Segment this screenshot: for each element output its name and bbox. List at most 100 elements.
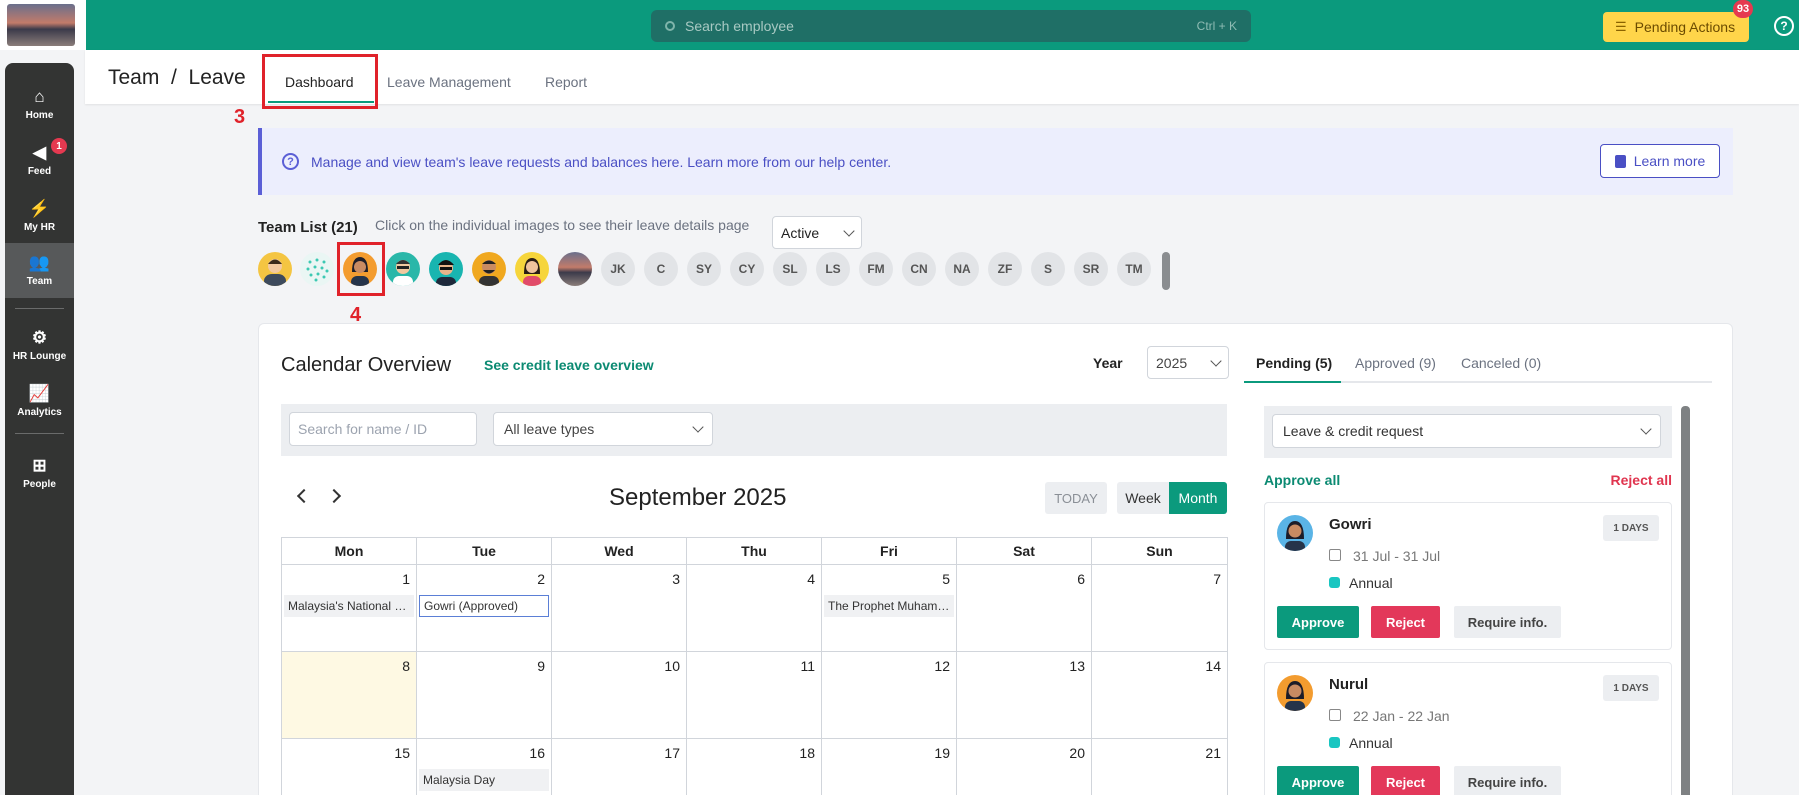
sidebar-item-feed[interactable]: ◀ Feed 1 xyxy=(5,134,74,186)
tab-pending[interactable]: Pending (5) xyxy=(1256,355,1332,371)
event-label: Gowri (Approved) xyxy=(424,599,519,613)
team-avatar-initials[interactable]: SR xyxy=(1074,252,1108,286)
weekday-label: Thu xyxy=(687,538,822,564)
team-avatar[interactable] xyxy=(429,252,463,286)
team-avatar-initials[interactable]: FM xyxy=(859,252,893,286)
team-avatar-initials[interactable]: SL xyxy=(773,252,807,286)
reject-button[interactable]: Reject xyxy=(1371,606,1440,638)
weekday-header: Mon Tue Wed Thu Fri Sat Sun xyxy=(281,537,1228,564)
approve-all-button[interactable]: Approve all xyxy=(1264,472,1340,488)
month-view-button[interactable]: Month xyxy=(1169,482,1227,514)
leave-request-card: Nurul 1 DAYS 22 Jan - 22 Jan Annual Appr… xyxy=(1264,662,1672,795)
team-avatar-initials[interactable]: C xyxy=(644,252,678,286)
team-avatar[interactable] xyxy=(472,252,506,286)
week-view-button[interactable]: Week xyxy=(1117,482,1169,514)
tab-report[interactable]: Report xyxy=(545,74,587,90)
calendar-day[interactable]: 13 xyxy=(957,652,1092,738)
calendar-event[interactable]: Malaysia's National Day xyxy=(284,595,414,617)
calendar-day[interactable]: 11 xyxy=(687,652,822,738)
sidebar-item-team[interactable]: 👥 Team xyxy=(5,243,74,298)
sidebar-divider xyxy=(15,308,64,309)
next-month-icon[interactable] xyxy=(326,488,342,504)
approve-button[interactable]: Approve xyxy=(1277,606,1359,638)
calendar-day[interactable]: 7 xyxy=(1092,565,1227,651)
approve-button[interactable]: Approve xyxy=(1277,766,1359,795)
calendar-day[interactable]: 10 xyxy=(552,652,687,738)
today-button[interactable]: TODAY xyxy=(1045,482,1107,514)
credit-leave-link[interactable]: See credit leave overview xyxy=(484,357,654,373)
require-info-button[interactable]: Require info. xyxy=(1454,606,1561,638)
team-avatar-initials[interactable]: CN xyxy=(902,252,936,286)
require-info-button[interactable]: Require info. xyxy=(1454,766,1561,795)
calendar-day[interactable]: 6 xyxy=(957,565,1092,651)
weekday-label: Fri xyxy=(822,538,957,564)
request-type-select[interactable]: Leave & credit request xyxy=(1272,414,1661,448)
sidebar-item-home[interactable]: ⌂ Home xyxy=(5,78,74,130)
team-avatar-initials[interactable]: CY xyxy=(730,252,764,286)
calendar-day[interactable]: 1 Malaysia's National Day xyxy=(282,565,417,651)
calendar-day[interactable]: 9 xyxy=(417,652,552,738)
sidebar: ⌂ Home ◀ Feed 1 ⚡ My HR 👥 Team ⚙ HR Loun… xyxy=(5,63,74,795)
calendar-day-today[interactable]: 8 xyxy=(282,652,417,738)
tab-approved[interactable]: Approved (9) xyxy=(1355,355,1436,371)
calendar-day[interactable]: 16 Malaysia Day xyxy=(417,739,552,795)
calendar-day[interactable]: 3 xyxy=(552,565,687,651)
sidebar-item-hr-lounge[interactable]: ⚙ HR Lounge xyxy=(5,319,74,371)
reject-all-button[interactable]: Reject all xyxy=(1611,472,1672,488)
calendar-day[interactable]: 19 xyxy=(822,739,957,795)
calendar-day[interactable]: 18 xyxy=(687,739,822,795)
team-avatar-initials[interactable]: JK xyxy=(601,252,635,286)
calendar-day[interactable]: 12 xyxy=(822,652,957,738)
calendar-day[interactable]: 15 xyxy=(282,739,417,795)
pending-actions-button[interactable]: ☰ Pending Actions xyxy=(1603,12,1749,42)
request-list-scrollbar[interactable] xyxy=(1681,406,1690,795)
team-avatar-initials[interactable]: SY xyxy=(687,252,721,286)
team-avatar-initials[interactable]: S xyxy=(1031,252,1065,286)
tab-leave-management[interactable]: Leave Management xyxy=(387,74,511,90)
leave-type-select[interactable]: All leave types xyxy=(493,412,713,446)
team-avatar[interactable] xyxy=(558,252,592,286)
company-logo[interactable] xyxy=(0,0,86,50)
sidebar-item-my-hr[interactable]: ⚡ My HR xyxy=(5,190,74,242)
calendar-day[interactable]: 2 Gowri (Approved) xyxy=(417,565,552,651)
leave-type-color xyxy=(1329,577,1340,588)
calendar-event[interactable]: Gowri (Approved) xyxy=(419,595,549,617)
reject-button[interactable]: Reject xyxy=(1371,766,1440,795)
search-placeholder: Search employee xyxy=(685,18,794,34)
tab-canceled[interactable]: Canceled (0) xyxy=(1461,355,1541,371)
team-avatar[interactable] xyxy=(300,252,334,286)
team-avatar[interactable] xyxy=(515,252,549,286)
day-number: 5 xyxy=(942,571,950,587)
calendar-day[interactable]: 4 xyxy=(687,565,822,651)
calendar-day[interactable]: 21 xyxy=(1092,739,1227,795)
calendar-day[interactable]: 17 xyxy=(552,739,687,795)
calendar-day[interactable]: 5 The Prophet Muhammad's Birthday xyxy=(822,565,957,651)
sidebar-item-label: Feed xyxy=(27,165,52,177)
team-icon: 👥 xyxy=(28,253,51,272)
sidebar-item-analytics[interactable]: 📈 Analytics xyxy=(5,375,74,427)
calendar-day[interactable]: 20 xyxy=(957,739,1092,795)
name-id-search-input[interactable]: Search for name / ID xyxy=(289,412,477,446)
calendar-event[interactable]: The Prophet Muhammad's Birthday xyxy=(824,595,954,617)
calendar-day[interactable]: 14 xyxy=(1092,652,1227,738)
team-avatar[interactable] xyxy=(258,252,292,286)
team-avatar-initials[interactable]: NA xyxy=(945,252,979,286)
sidebar-item-people[interactable]: ⊞ People xyxy=(5,447,74,499)
prev-month-icon[interactable] xyxy=(296,488,312,504)
team-avatar[interactable] xyxy=(386,252,420,286)
help-icon[interactable]: ? xyxy=(1774,16,1794,36)
team-avatar-initials[interactable]: ZF xyxy=(988,252,1022,286)
team-list-scrollbar[interactable] xyxy=(1162,252,1170,290)
team-status-select[interactable]: Active xyxy=(772,216,862,249)
learn-more-button[interactable]: Learn more xyxy=(1600,144,1720,178)
event-label: The Prophet Muhammad's Birthday xyxy=(828,599,954,613)
team-avatar-initials[interactable]: TM xyxy=(1117,252,1151,286)
year-select[interactable]: 2025 xyxy=(1147,346,1229,379)
calendar-week: 8 9 10 11 12 13 14 xyxy=(281,651,1228,738)
logo-image xyxy=(7,4,75,46)
employee-search[interactable]: Search employee Ctrl + K xyxy=(651,10,1251,42)
team-avatar-initials[interactable]: LS xyxy=(816,252,850,286)
team-list-hint: Click on the individual images to see th… xyxy=(375,217,750,233)
calendar-event[interactable]: Malaysia Day xyxy=(419,769,549,791)
calendar-title: Calendar Overview xyxy=(281,354,452,376)
